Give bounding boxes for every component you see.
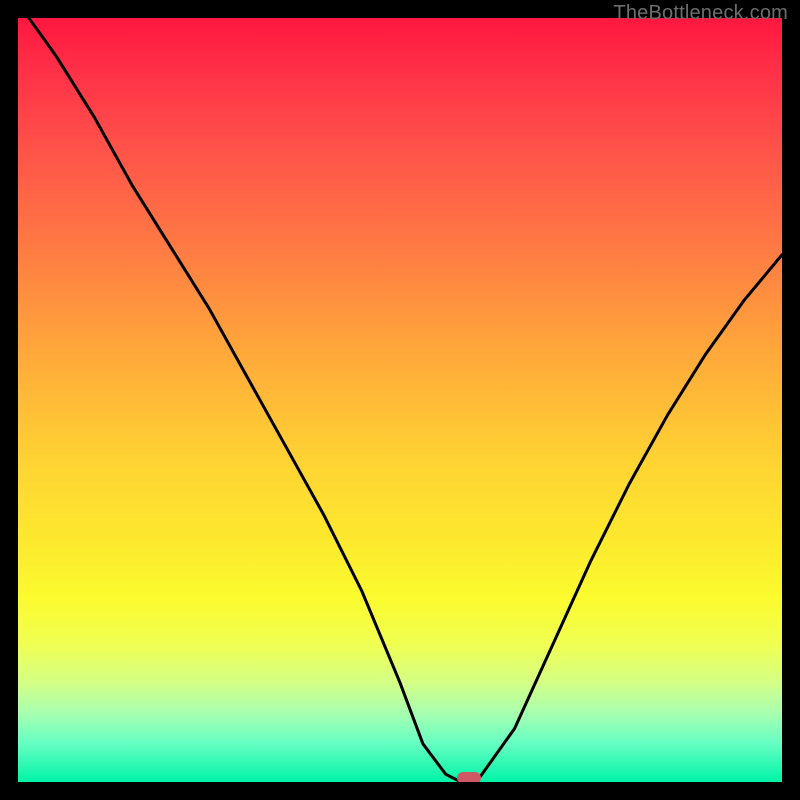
watermark-text: TheBottleneck.com (613, 2, 788, 25)
curve-path (18, 18, 782, 782)
chart-frame: TheBottleneck.com (0, 0, 800, 800)
plot-area (18, 18, 782, 782)
optimum-marker (457, 772, 481, 782)
bottleneck-curve (18, 18, 782, 782)
